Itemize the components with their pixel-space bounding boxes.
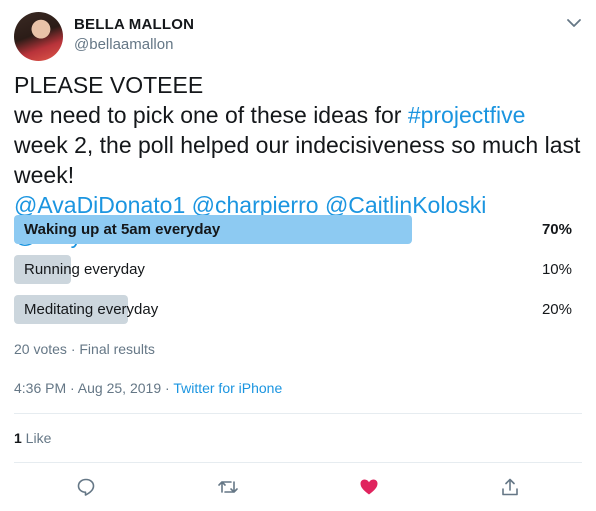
poll-option-label: Waking up at 5am everyday — [24, 221, 221, 238]
poll-option-percent: 10% — [541, 261, 572, 278]
likes-label: Like — [21, 430, 52, 446]
tweet-line-1: PLEASE VOTEEE — [14, 72, 204, 98]
poll-results-meta: 20 votes · Final results — [14, 341, 155, 357]
poll-option-label: Meditating everyday — [24, 301, 159, 318]
poll-option-percent: 20% — [541, 301, 572, 318]
tweet-text-before-tag: we need to pick one of these ideas for — [14, 102, 408, 128]
retweet-icon[interactable] — [217, 476, 239, 498]
display-name[interactable]: BELLA MALLON — [74, 16, 194, 33]
poll-option: Meditating everyday 20% — [14, 295, 582, 324]
timestamp-time[interactable]: 4:36 PM · Aug 25, 2019 — [14, 380, 161, 396]
user-handle[interactable]: @bellaamallon — [74, 36, 173, 53]
poll-option: Running everyday 10% — [14, 255, 582, 284]
poll-option-label: Running everyday — [24, 261, 145, 278]
poll-option-percent: 70% — [541, 221, 572, 238]
divider — [14, 462, 582, 463]
avatar[interactable] — [14, 12, 63, 61]
hashtag-link[interactable]: #projectfive — [408, 102, 526, 128]
poll-option: Waking up at 5am everyday 70% — [14, 215, 582, 244]
heart-icon[interactable] — [358, 476, 380, 498]
likes-number: 1 — [14, 430, 22, 446]
timestamp-separator: · — [161, 380, 174, 396]
tweet-line-2: we need to pick one of these ideas for #… — [14, 100, 584, 190]
source-link[interactable]: Twitter for iPhone — [173, 380, 282, 396]
reply-icon[interactable] — [75, 476, 97, 498]
likes-count[interactable]: 1 Like — [14, 430, 51, 446]
divider — [14, 413, 582, 414]
tweet-timestamp: 4:36 PM · Aug 25, 2019 · Twitter for iPh… — [14, 380, 282, 396]
tweet-text-after-tag: week 2, the poll helped our indecisivene… — [14, 132, 581, 188]
share-icon[interactable] — [499, 476, 521, 498]
chevron-down-icon[interactable] — [566, 16, 582, 30]
